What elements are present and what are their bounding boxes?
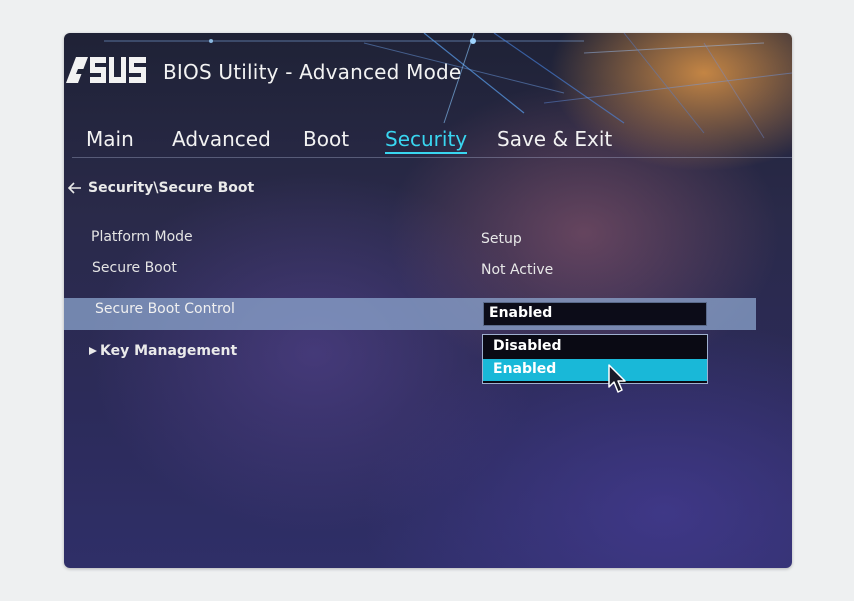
tab-security[interactable]: Security (385, 127, 468, 154)
key-management-item[interactable]: Key Management (88, 343, 237, 359)
page-title: BIOS Utility - Advanced Mode (163, 60, 462, 84)
mouse-cursor-icon (608, 364, 626, 393)
breadcrumb[interactable]: Security\Secure Boot (68, 180, 254, 196)
tab-boot[interactable]: Boot (303, 127, 349, 151)
secure-boot-control-select[interactable]: Enabled (483, 302, 707, 326)
triangle-right-icon (89, 347, 97, 355)
key-management-label: Key Management (100, 343, 238, 359)
secure-boot-control-dropdown: Disabled Enabled (482, 334, 708, 384)
asus-logo-icon (66, 57, 146, 83)
option-enabled[interactable]: Enabled (483, 359, 707, 381)
secure-boot-control-label: Secure Boot Control (95, 301, 235, 317)
tab-divider (72, 157, 792, 158)
platform-mode-label: Platform Mode (91, 229, 193, 245)
back-arrow-icon[interactable] (68, 182, 82, 194)
tab-advanced[interactable]: Advanced (172, 127, 271, 151)
tab-bar: Main Advanced Boot Security Save & Exit (64, 123, 792, 159)
tab-save-exit[interactable]: Save & Exit (497, 127, 612, 151)
option-disabled[interactable]: Disabled (483, 336, 707, 358)
secure-boot-label: Secure Boot (92, 260, 177, 276)
secure-boot-value: Not Active (481, 262, 554, 278)
bios-screen: BIOS Utility - Advanced Mode Main Advanc… (64, 33, 792, 568)
tab-main[interactable]: Main (86, 127, 134, 151)
breadcrumb-path: Security\Secure Boot (88, 180, 255, 196)
platform-mode-value: Setup (481, 231, 522, 247)
